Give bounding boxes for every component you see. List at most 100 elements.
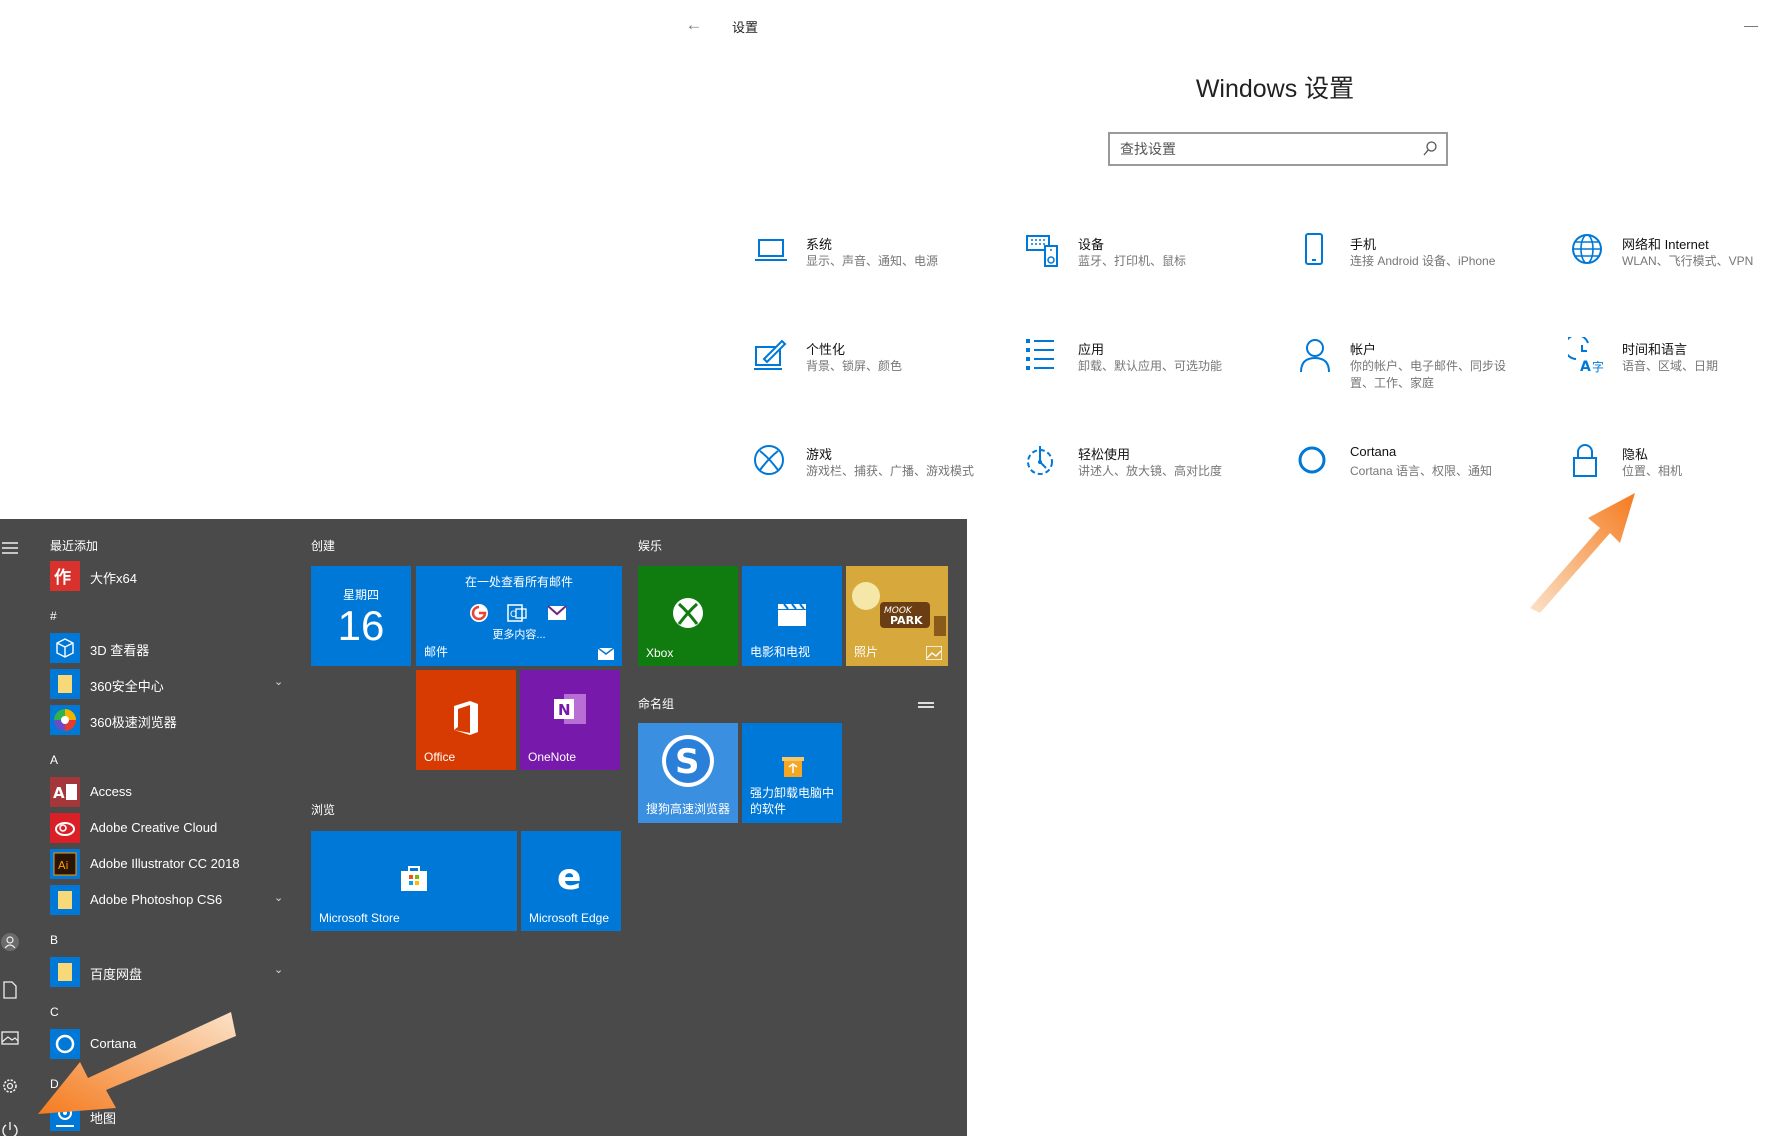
app-label: 360安全中心 (90, 679, 164, 694)
group-drag-handle[interactable] (918, 702, 934, 708)
chevron-down-icon[interactable]: ⌄ (274, 675, 286, 688)
settings-category-personalization[interactable]: 个性化 背景、锁屏、颜色 (752, 337, 1002, 427)
start-rail (0, 519, 38, 1136)
svg-text:A: A (53, 784, 65, 802)
laptop-icon (755, 239, 787, 261)
category-description: 蓝牙、打印机、鼠标 (1078, 254, 1187, 268)
person-icon (1300, 339, 1330, 373)
settings-category-system[interactable]: 系统 显示、声音、通知、电源 (752, 232, 1002, 322)
microsoft-edge-tile[interactable]: e Microsoft Edge (521, 831, 621, 931)
tile-label: Microsoft Edge (529, 911, 610, 925)
section-header[interactable]: # (50, 609, 57, 623)
office-tile[interactable]: Office (416, 670, 516, 770)
globe-icon (1572, 234, 1602, 264)
app-label: Access (90, 784, 132, 799)
photos-tile[interactable]: MOOK PARK 照片 (846, 566, 948, 666)
recycle-bin-icon (782, 757, 804, 777)
search-box[interactable] (1108, 132, 1448, 166)
section-header[interactable]: D (50, 1077, 59, 1091)
settings-category-time-language[interactable]: A 字 时间和语言 语音、区域、日期 (1568, 337, 1779, 427)
calendar-tile[interactable]: 星期四 16 (311, 566, 411, 666)
onenote-tile[interactable]: N OneNote (520, 670, 620, 770)
app-item-3d-viewer[interactable]: 3D 查看器 (48, 631, 293, 665)
tile-label: Microsoft Store (319, 911, 400, 925)
outlook-icon: O (507, 604, 527, 622)
search-icon[interactable] (1422, 140, 1438, 158)
app-item-dazuo[interactable]: 作 大作x64 (48, 559, 293, 593)
settings-category-accounts[interactable]: 帐户 你的帐户、电子邮件、同步设置、工作、家庭 (1296, 337, 1546, 427)
app-item-creative-cloud[interactable]: Adobe Creative Cloud (48, 811, 293, 845)
xbox-logo-icon (673, 598, 703, 628)
tile-label: 搜狗高速浏览器 (646, 802, 731, 816)
tile-group-named-label[interactable]: 命名组 (638, 695, 674, 712)
tile-label: Xbox (646, 646, 674, 660)
tile-label: 邮件 (424, 645, 449, 659)
clapperboard-icon (778, 603, 806, 626)
onenote-logo-icon: N (554, 694, 586, 724)
minimize-button[interactable] (1744, 26, 1758, 27)
mail-tile[interactable]: 在一处查看所有邮件 O 更多内容... 邮件 (416, 566, 622, 666)
app-label: 3D 查看器 (90, 643, 150, 658)
tile-group-browse-label[interactable]: 浏览 (311, 801, 335, 818)
mail-tile-more: 更多内容... (492, 629, 546, 641)
movies-tv-tile[interactable]: 电影和电视 (742, 566, 842, 666)
section-header[interactable]: B (50, 933, 58, 947)
xbox-tile[interactable]: Xbox (638, 566, 738, 666)
3d-viewer-icon (50, 633, 80, 663)
access-app-icon: A (50, 777, 80, 807)
app-item-cortana[interactable]: Cortana (48, 1027, 293, 1061)
settings-category-ease-of-access[interactable]: 轻松使用 讲述人、放大镜、高对比度 (1024, 442, 1274, 532)
hamburger-menu-icon[interactable] (0, 537, 22, 559)
section-header[interactable]: A (50, 753, 58, 767)
microsoft-store-tile[interactable]: Microsoft Store (311, 831, 517, 931)
svg-text:O: O (510, 610, 517, 620)
sogou-browser-tile[interactable]: S 搜狗高速浏览器 (638, 723, 738, 823)
pictures-icon[interactable] (0, 1027, 22, 1049)
search-input[interactable] (1120, 139, 1410, 159)
section-header[interactable]: C (50, 1005, 59, 1019)
office-logo-icon (454, 701, 478, 735)
paint-icon (754, 339, 787, 370)
app-item-360-browser[interactable]: 360极速浏览器 (48, 703, 293, 737)
google-icon (470, 604, 488, 622)
svg-text:A: A (1580, 359, 1591, 375)
documents-icon[interactable] (0, 979, 22, 1001)
app-folder-360-security[interactable]: 360安全中心 ⌄ (48, 667, 293, 701)
settings-gear-icon[interactable] (0, 1075, 22, 1097)
folder-icon (50, 669, 80, 699)
settings-category-apps[interactable]: 应用 卸载、默认应用、可选功能 (1024, 337, 1274, 427)
category-title: 游戏 (806, 447, 833, 462)
recently-added-header: 最近添加 (50, 539, 99, 553)
tile-group-create-label[interactable]: 创建 (311, 537, 335, 554)
back-button[interactable]: ← (680, 14, 708, 36)
settings-category-devices[interactable]: 设备 蓝牙、打印机、鼠标 (1024, 232, 1274, 322)
category-title: 帐户 (1350, 342, 1377, 357)
app-item-access[interactable]: A Access (48, 775, 293, 809)
tile-label: OneNote (528, 750, 577, 764)
app-item-illustrator[interactable]: Ai Adobe Illustrator CC 2018 (48, 847, 293, 881)
sogou-logo-icon: S (662, 735, 714, 787)
category-description: 显示、声音、通知、电源 (806, 254, 939, 268)
tile-group-play-label[interactable]: 娱乐 (638, 537, 662, 554)
chevron-down-icon[interactable]: ⌄ (274, 891, 286, 904)
app-folder-baidu-pan[interactable]: 百度网盘 ⌄ (48, 955, 293, 989)
settings-category-phone[interactable]: 手机 连接 Android 设备、iPhone (1296, 232, 1546, 322)
settings-category-network[interactable]: 网络和 Internet WLAN、飞行模式、VPN (1568, 232, 1779, 322)
edge-logo-icon: e (557, 861, 581, 893)
uninstall-tool-tile[interactable]: 强力卸载电脑中 的软件 (742, 723, 842, 823)
tile-label: 电影和电视 (750, 645, 811, 659)
app-label: 360极速浏览器 (90, 715, 177, 730)
mail-badge-icon (598, 648, 614, 660)
user-avatar-icon[interactable] (0, 931, 22, 953)
svg-text:字: 字 (1592, 359, 1604, 374)
app-item-maps[interactable]: 地图 (48, 1099, 293, 1133)
folder-icon (50, 957, 80, 987)
category-description: 游戏栏、捕获、广播、游戏模式 (806, 464, 975, 478)
app-folder-photoshop[interactable]: Adobe Photoshop CS6 ⌄ (48, 883, 293, 917)
power-icon[interactable] (0, 1119, 22, 1136)
title-bar: ← 设置 (0, 0, 1779, 50)
settings-category-cortana[interactable]: Cortana Cortana 语言、权限、通知 (1296, 442, 1546, 532)
chevron-down-icon[interactable]: ⌄ (274, 963, 286, 976)
category-description: 背景、锁屏、颜色 (806, 359, 903, 373)
settings-category-privacy[interactable]: 隐私 位置、相机 (1568, 442, 1779, 532)
